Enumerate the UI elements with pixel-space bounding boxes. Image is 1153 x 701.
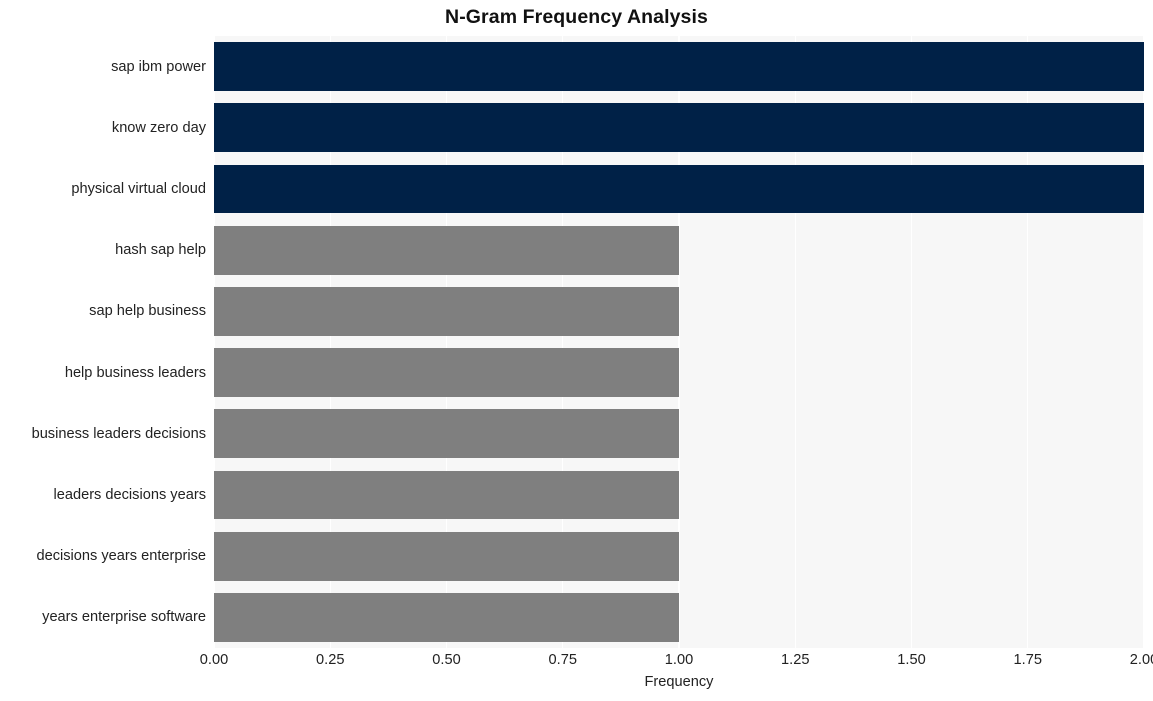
bar-row: [214, 42, 1144, 92]
plot-area: [214, 36, 1144, 648]
page-title: N-Gram Frequency Analysis: [445, 6, 708, 28]
x-tick-label: 0.50: [432, 652, 461, 668]
bar: [214, 470, 679, 520]
x-axis-label: Frequency: [644, 674, 714, 690]
x-tick-label: 1.75: [1013, 652, 1042, 668]
y-tick-label: know zero day: [111, 119, 206, 136]
bar: [214, 348, 679, 398]
bar-row: [214, 103, 1144, 153]
bar-row: [214, 286, 1144, 336]
bar-row: [214, 348, 1144, 398]
bars-container: [214, 36, 1144, 648]
bar-row: [214, 531, 1144, 581]
bar: [214, 225, 679, 275]
bar: [214, 531, 679, 581]
x-tick-label: 0.00: [199, 652, 229, 668]
bar: [214, 409, 679, 459]
y-tick-label: business leaders decisions: [31, 425, 206, 442]
x-tick-label: 2.00: [1129, 652, 1153, 668]
bar: [214, 286, 679, 336]
bar: [214, 592, 679, 642]
y-tick-label: hash sap help: [115, 242, 206, 259]
y-tick-label: sap help business: [89, 303, 206, 320]
x-axis-tick-labels: 0.00 0.25 0.50 0.75 1.00 1.25 1.50 1.75 2.00: [200, 652, 1153, 674]
y-axis-tick-labels: sap ibm power know zero day physical virtu…: [0, 36, 206, 648]
bar-row: [214, 164, 1144, 214]
x-tick-label: 0.75: [548, 652, 577, 668]
y-tick-label: leaders decisions years: [53, 487, 206, 503]
chart-figure: N-Gram Frequency Analysis sap ibm power k…: [0, 0, 1153, 701]
y-tick-label: decisions years enterprise: [36, 548, 206, 565]
x-tick-label: 1.00: [664, 652, 694, 668]
y-tick-label: help business leaders: [64, 364, 206, 381]
x-tick-label: 0.25: [316, 652, 345, 668]
bar: [214, 103, 1144, 153]
y-tick-label: years enterprise software: [42, 609, 206, 626]
bar-row: [214, 225, 1144, 275]
y-tick-label: physical virtual cloud: [71, 181, 206, 197]
bar-row: [214, 409, 1144, 459]
x-tick-label: 1.25: [781, 652, 810, 668]
bar-row: [214, 470, 1144, 520]
bar: [214, 42, 1144, 92]
y-tick-label: sap ibm power: [111, 58, 206, 75]
x-tick-label: 1.50: [897, 652, 926, 668]
bar: [214, 164, 1144, 214]
bar-row: [214, 592, 1144, 642]
